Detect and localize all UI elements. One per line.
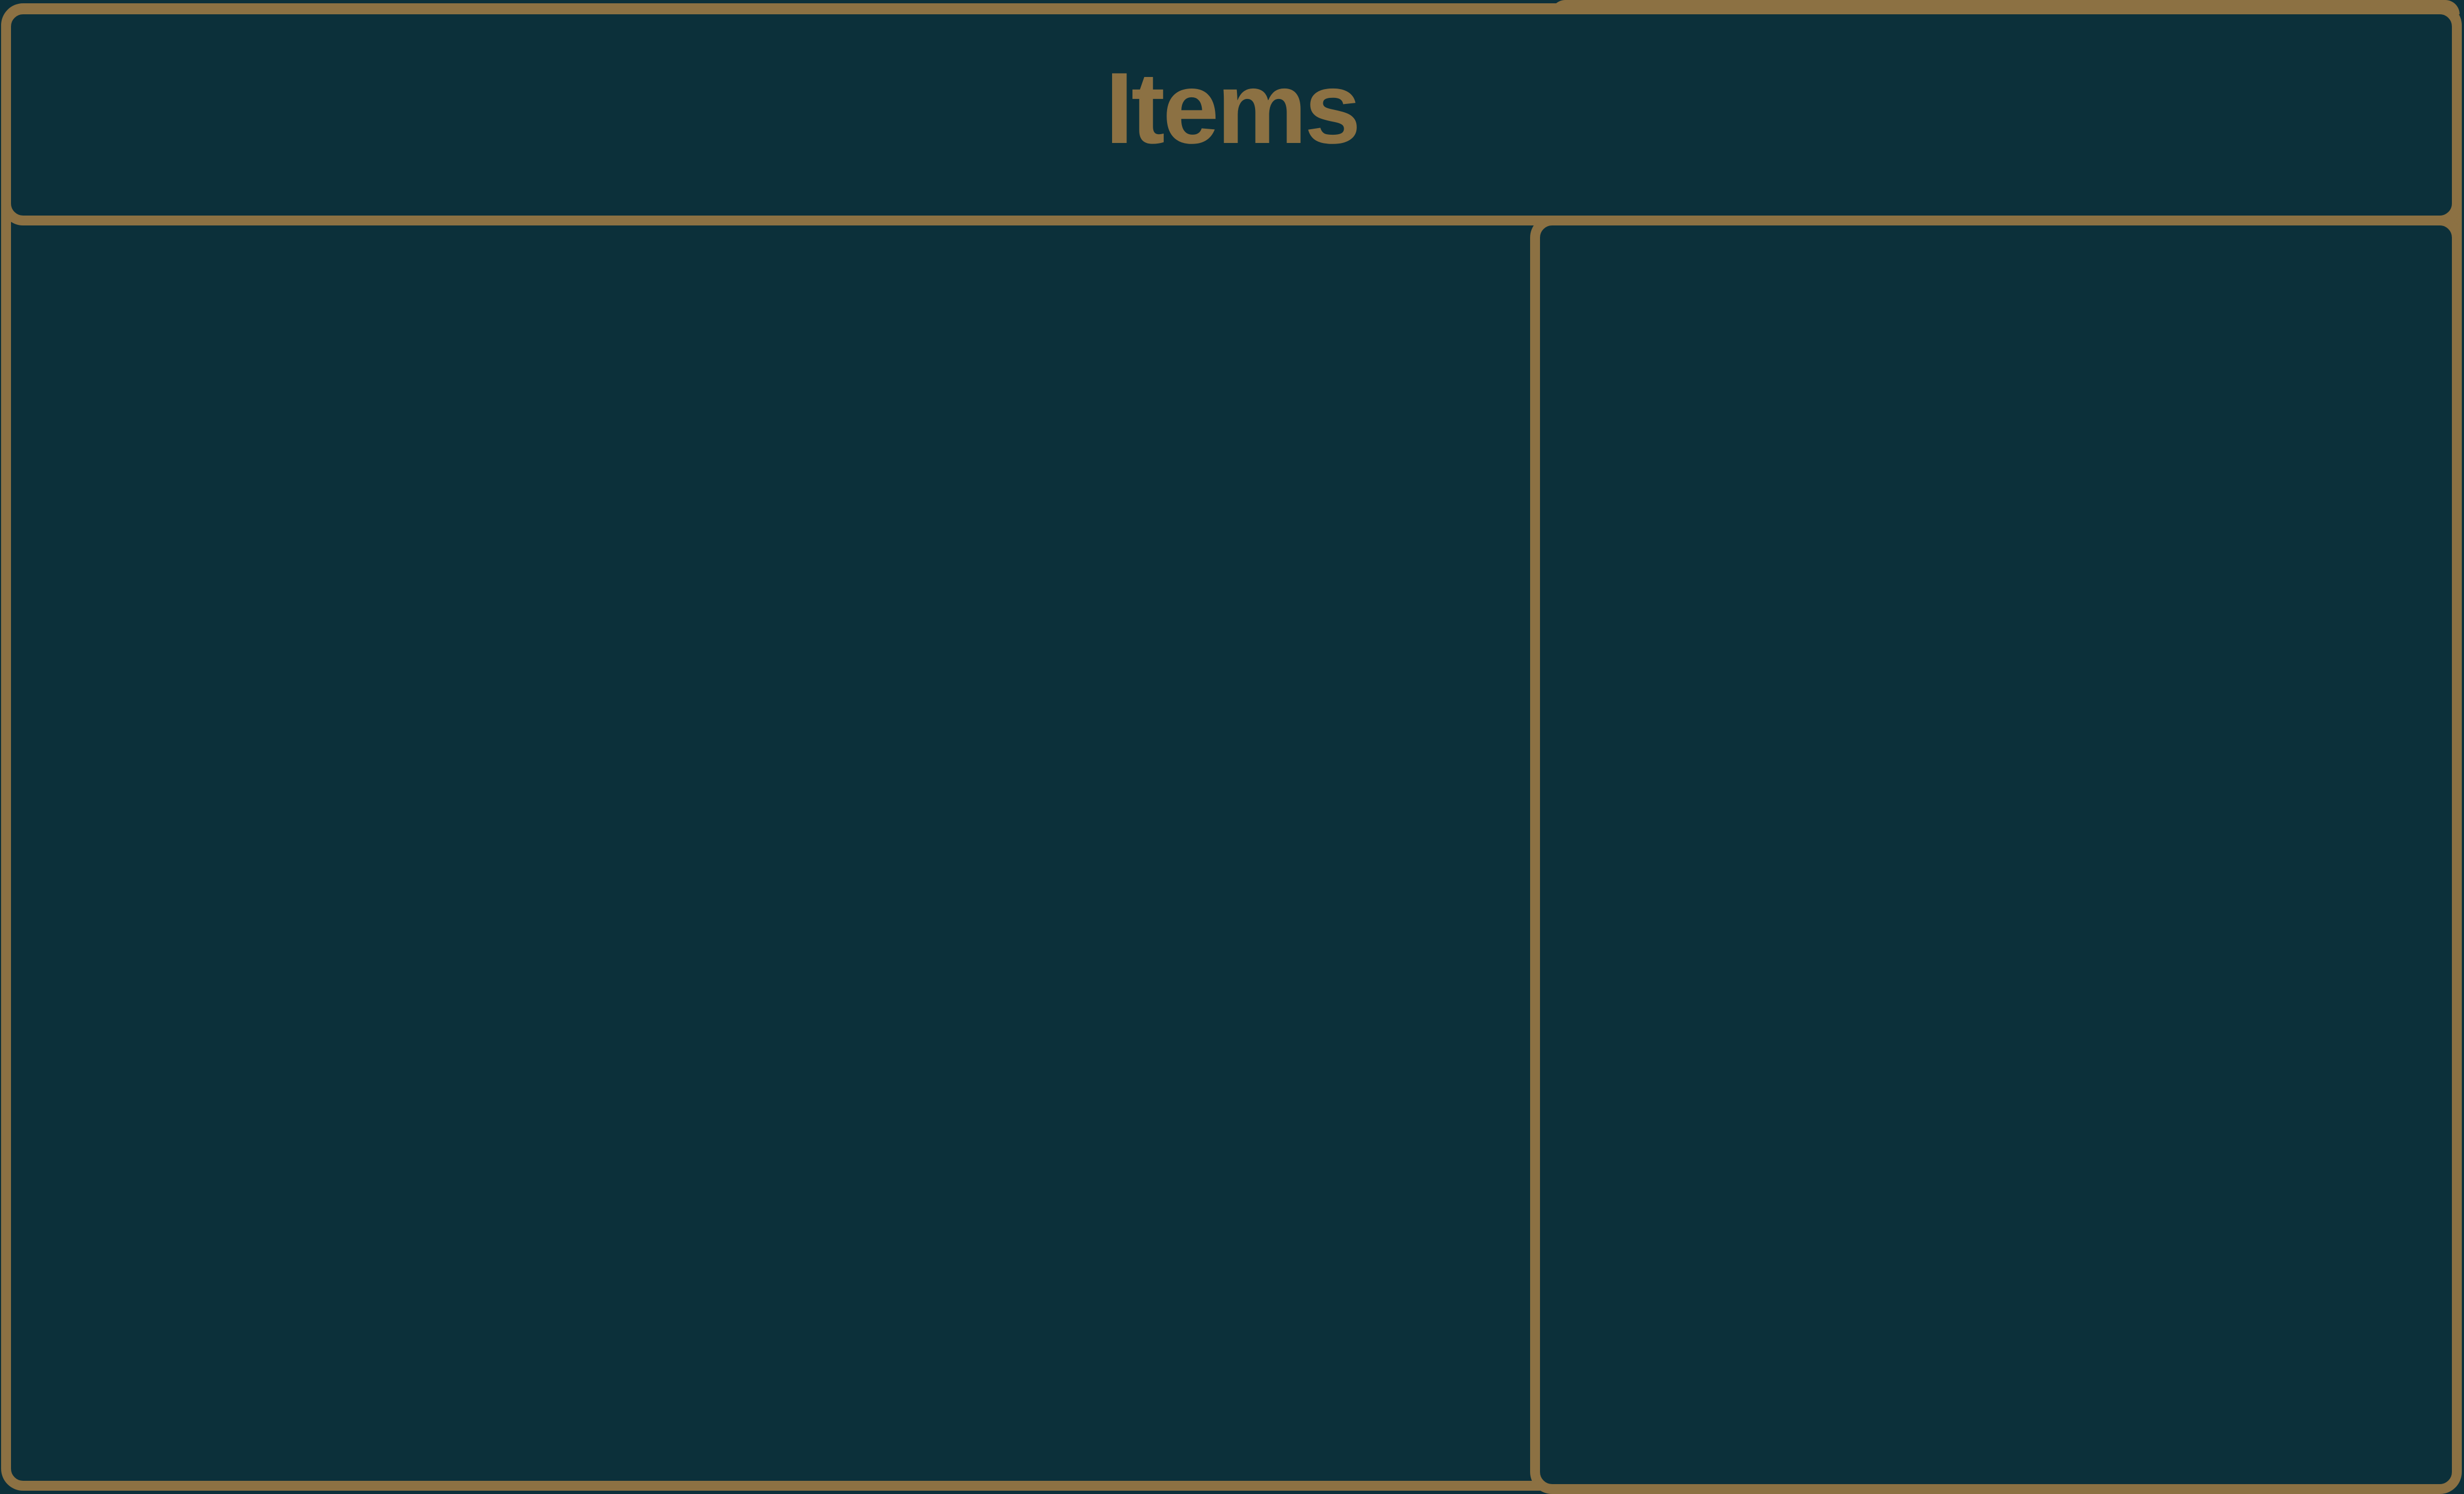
page-title: Items — [1105, 51, 1361, 164]
right-panel — [1530, 216, 2462, 1494]
